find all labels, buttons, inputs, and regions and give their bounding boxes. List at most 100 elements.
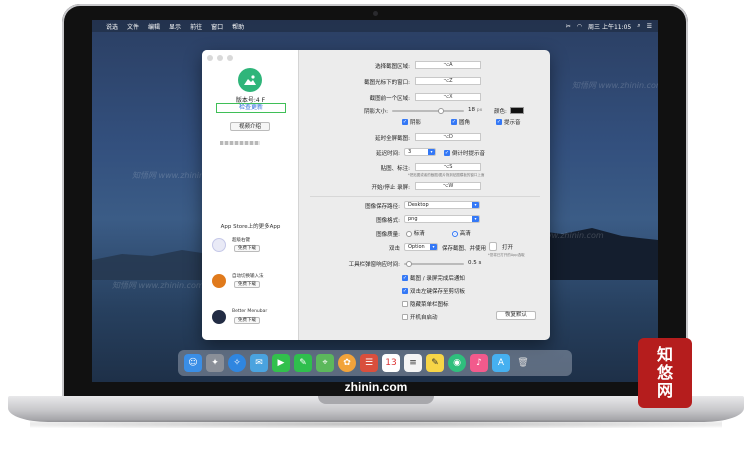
reset-defaults-button[interactable]: 恢复默认 [496,311,536,320]
countdown-sound-checkbox[interactable]: ✓ 倒计时提示音 [444,149,485,157]
laptop-shadow [30,420,722,428]
laptop-notch [318,396,434,404]
record-shortcut[interactable]: ⌥W [415,182,481,190]
window-under-cursor-shortcut[interactable]: ⌥Z [415,77,481,85]
menu-item[interactable]: 显示 [169,22,181,31]
contacts-icon[interactable]: ☰ [360,354,378,372]
free-download-button[interactable]: 免费下载 [234,281,260,288]
quality-standard-radio[interactable]: 标清 [406,229,425,237]
app-name: Better Menubar [232,309,268,314]
toolbar-delay-label: 工具栏弹窗响应时间: [348,262,400,268]
color-label: 颜色: [494,109,507,115]
app-store-icon[interactable]: A [492,354,510,372]
round-corner-checkbox[interactable]: ✓ 圆角 [451,118,470,126]
blurred-info [220,141,260,145]
settings-panel: 选择截图区域: ⌥A 截图光标下的窗口: ⌥Z 截图前一个区域: ⌥X 阴影大小… [300,50,550,340]
shadow-color-well[interactable] [510,107,524,114]
search-icon[interactable]: ⌕ [637,22,640,30]
delayed-fullscreen-label: 延时全屏截图: [375,136,410,142]
check-update-button[interactable]: 检查更新 [216,103,286,113]
dock: ☺ ✦ ✧ ✉ ▶ ✎ ⌖ ✿ ☰ 13 ≡ ✎ ◉ ♪ A 🗑 [178,350,572,376]
app-promo-item: 自动切换输入法 免费下载 [212,272,292,294]
trash-icon[interactable]: 🗑 [514,354,532,372]
watermark: 知悟网 www.zhinin.com [112,281,204,290]
sound-checkbox[interactable]: ✓ 提示音 [496,118,521,126]
free-download-button[interactable]: 免费下载 [234,317,260,324]
previous-region-label: 截图前一个区域: [369,96,410,102]
open-with-label: 打开 [502,245,514,251]
select-region-shortcut[interactable]: ⌥A [415,61,481,69]
maps-icon[interactable]: ⌖ [316,354,334,372]
double-click-action: 保存截图、并使用 [442,246,487,252]
app-icon [212,274,226,288]
scissors-icon[interactable]: ✂ [566,23,571,30]
photos-icon[interactable]: ✿ [338,354,356,372]
menu-item[interactable]: 窗口 [211,22,223,31]
menu-item[interactable]: 说选 [106,22,118,31]
app-name: 自动切换输入法 [232,274,264,279]
paste-shortcut[interactable]: ⌥S [415,163,481,171]
delay-time-select[interactable]: 3 ▾ [404,148,436,156]
calendar-icon[interactable]: 13 [382,354,400,372]
menu-item[interactable]: 前往 [190,22,202,31]
mail-icon[interactable]: ✉ [250,354,268,372]
previous-region-shortcut[interactable]: ⌥X [415,93,481,101]
format-label: 图像格式: [376,218,400,224]
screenshot-app-icon[interactable]: ◉ [448,354,466,372]
format-select[interactable]: png ▾ [404,215,480,223]
slider-knob[interactable] [406,261,412,267]
app-promo-item: Better Menubar 免费下载 [212,308,292,330]
menu-bar: 说选 文件 编辑 显示 前往 窗口 帮助 ✂ ◠ 周三 上午11:05 ⌕ ☰ [92,20,658,32]
close-button[interactable] [207,55,213,61]
double-click-select[interactable]: Option ▾ [404,243,438,251]
window-under-cursor-label: 截图光标下的窗口: [364,80,410,86]
menubar-clock[interactable]: 周三 上午11:05 [588,22,631,31]
minimize-button[interactable] [217,55,223,61]
reminders-icon[interactable]: ≡ [404,354,422,372]
double-left-click-checkbox[interactable]: ✓ 双击左键保存至剪切板 [402,287,465,295]
delayed-fullscreen-shortcut[interactable]: ⌥D [415,133,481,141]
slider-knob[interactable] [438,108,444,114]
notify-checkbox[interactable]: ✓ 截图 / 录屏完成后通知 [402,274,465,282]
toolbar-delay-slider[interactable] [404,261,464,267]
app-promo-item: 超级右键 免费下载 [212,236,292,258]
save-path-select[interactable]: Desktop ▾ [404,201,480,209]
quality-label: 图像质量: [376,232,400,238]
quality-high-radio[interactable]: 高清 [452,229,471,237]
safari-icon[interactable]: ✧ [228,354,246,372]
zoom-button[interactable] [227,55,233,61]
divider [310,196,540,197]
wifi-icon[interactable]: ◠ [577,23,582,30]
record-label: 开始/停止 录屏: [371,185,410,191]
open-with-hint: *您将已打开的App选取 [488,253,525,257]
menu-item[interactable]: 编辑 [148,22,160,31]
finder-icon[interactable]: ☺ [184,354,202,372]
notes-icon[interactable]: ✎ [426,354,444,372]
delay-time-label: 延迟时间: [376,151,400,157]
shadow-checkbox[interactable]: ✓ 阴影 [402,118,421,126]
shadow-size-slider[interactable] [392,108,464,114]
music-icon[interactable]: ♪ [470,354,488,372]
app-icon [212,310,226,324]
messages-icon[interactable]: ✎ [294,354,312,372]
hide-menubar-icon-checkbox[interactable]: 隐藏菜单栏图标 [402,300,449,308]
paste-label: 贴图、标注: [380,166,410,172]
video-intro-button[interactable]: 视频介绍 [230,122,270,131]
window-controls [207,55,233,61]
facetime-icon[interactable]: ▶ [272,354,290,372]
double-click-label: 双击 [388,246,400,252]
shadow-size-label: 阴影大小: [364,109,388,115]
select-region-label: 选择截图区域: [375,64,410,70]
app-icon [212,238,226,252]
app-picker-button[interactable] [489,242,497,251]
shadow-size-value: 18 px [468,107,483,113]
launchpad-icon[interactable]: ✦ [206,354,224,372]
list-icon[interactable]: ☰ [647,23,652,30]
launch-at-login-checkbox[interactable]: 开机自启动 [402,313,438,321]
free-download-button[interactable]: 免费下载 [234,245,260,252]
more-apps-title: App Store上的更多App [220,224,281,230]
paste-hint: *把贴图或者的截图/图片拖到贴图模板的窗口上面 [408,173,485,177]
menu-item[interactable]: 文件 [127,22,139,31]
menu-item[interactable]: 帮助 [232,22,244,31]
app-name: 超级右键 [232,238,250,243]
